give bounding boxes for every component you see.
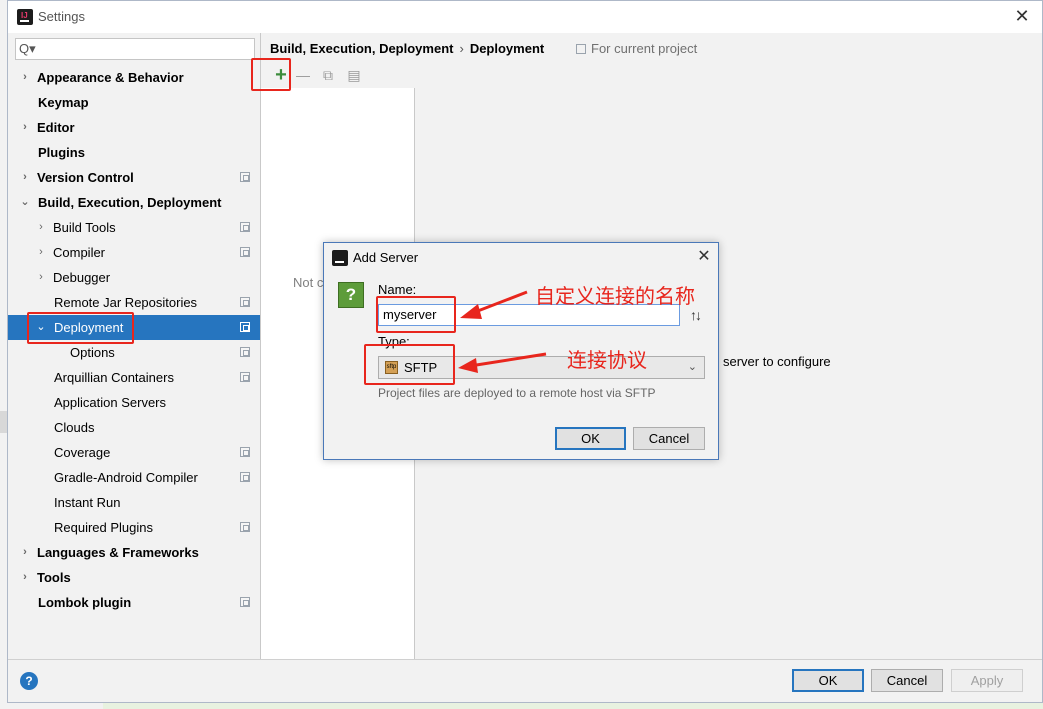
annotation-arrows — [458, 290, 547, 373]
arrowhead-type — [458, 358, 478, 373]
arrowhead-name — [460, 304, 482, 319]
arrow-to-type — [469, 352, 547, 368]
annotation-name-note: 自定义连接的名称 — [535, 284, 695, 308]
annotation-type-note: 连接协议 — [567, 348, 647, 372]
